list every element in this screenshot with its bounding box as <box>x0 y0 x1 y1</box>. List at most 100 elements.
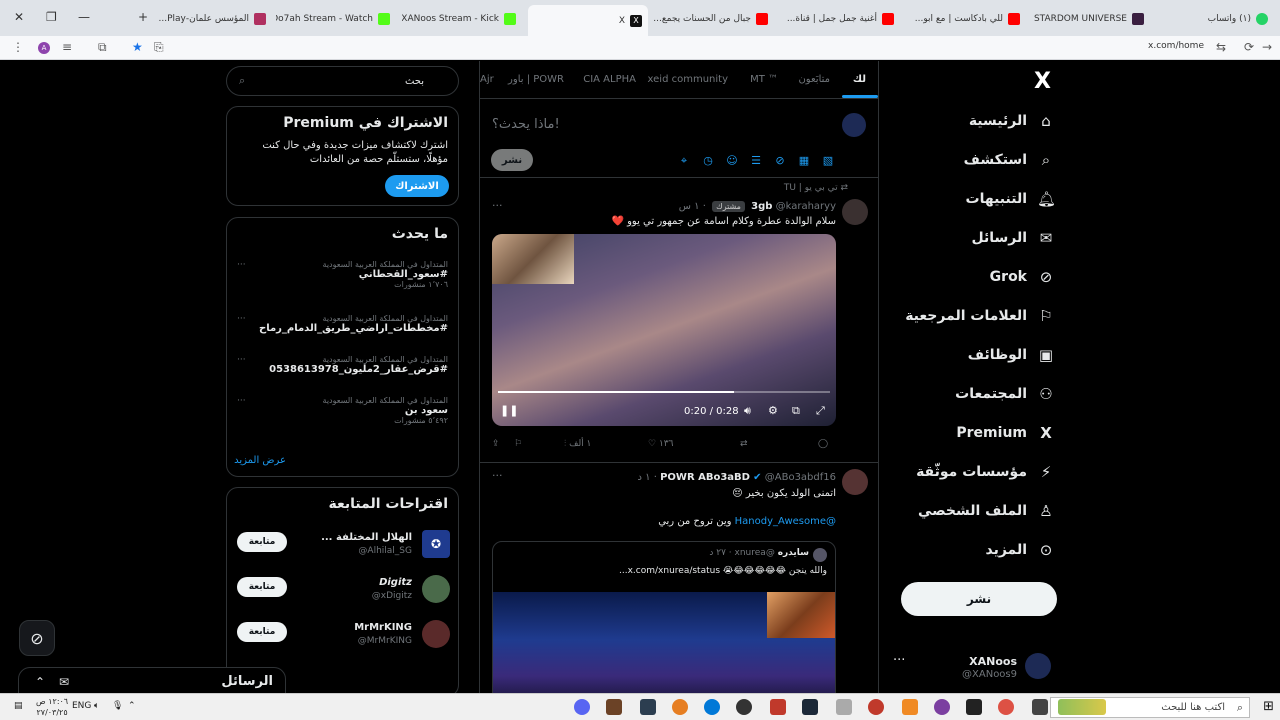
playlist-icon[interactable]: ≡ <box>62 40 72 54</box>
tweet-author-handle[interactable]: @ABo3abdf16 <box>765 472 836 483</box>
compose-post-button[interactable]: نشر <box>491 149 533 171</box>
browser-tab-kick-ido7ah[interactable]: iDo7ah Stream - Watch... <box>276 6 396 32</box>
nav-item-communities[interactable]: ⚇ المجتمعات <box>955 379 1055 409</box>
nav-item-bookmarks[interactable]: ⚐ العلامات المرجعية <box>905 301 1055 331</box>
video-progress-bar[interactable] <box>498 391 830 393</box>
image-icon[interactable]: ▧ <box>820 154 836 168</box>
more-dots-icon[interactable]: ··· <box>893 653 905 668</box>
volume-icon[interactable]: 🔊︎ <box>744 404 751 418</box>
tweet-time[interactable]: · ١ د <box>638 472 657 483</box>
like-button[interactable]: ♡ ١٣٦ <box>648 439 673 449</box>
menu-dots-icon[interactable]: ⋮ <box>12 40 24 54</box>
grok-icon[interactable]: ⊘ <box>772 154 788 168</box>
tab-xeid-community[interactable]: xeid community <box>648 74 728 85</box>
chevron-up-icon[interactable]: ⌃ <box>128 701 136 711</box>
location-icon[interactable]: ⌖ <box>676 154 692 168</box>
epic-games-icon[interactable] <box>966 699 982 715</box>
chrome-icon[interactable] <box>998 699 1014 715</box>
app-icon[interactable] <box>672 699 688 715</box>
close-window-icon[interactable]: ✕ <box>14 10 24 24</box>
browser-tab-x[interactable]: X X <box>528 5 648 36</box>
quoted-tweet[interactable]: سايدره @xnurea · ٢٧ د والله ينجن 😂😂😂😂😂😭 … <box>492 541 836 693</box>
minimize-window-icon[interactable]: — <box>78 10 90 24</box>
search-input[interactable]: بحث ⌕ <box>226 66 459 96</box>
nav-item-premium[interactable]: X Premium <box>956 418 1055 448</box>
schedule-icon[interactable]: ◷ <box>700 154 716 168</box>
tab-mt[interactable]: MT ™ <box>750 74 778 85</box>
browser-tab-youtube-1[interactable]: للي بادكاست | مع ابو... <box>906 6 1026 32</box>
task-view-icon[interactable] <box>1032 699 1048 715</box>
notification-icon[interactable]: ▤ <box>14 701 23 711</box>
share-icon[interactable]: ⇪ <box>492 439 500 449</box>
quoted-tweet-media[interactable] <box>493 592 835 693</box>
windows-start-icon[interactable]: ⊞ <box>1263 699 1274 714</box>
extensions-icon[interactable]: ⧉ <box>98 40 107 55</box>
edge-icon[interactable] <box>704 699 720 715</box>
chevron-up-icon[interactable]: ⌃ <box>35 675 45 689</box>
tab-for-you[interactable]: لك <box>853 74 866 85</box>
share-icon[interactable]: ⎘ <box>154 40 164 55</box>
follow-button[interactable]: متابعة <box>237 622 287 642</box>
more-dots-icon[interactable]: ··· <box>492 199 503 212</box>
tab-cia-alpha[interactable]: CIA ALPHA <box>583 74 636 85</box>
browser-tab-play[interactable]: المؤسس علمان-Play... <box>158 6 272 32</box>
bookmark-star-icon[interactable]: ★ <box>132 40 143 54</box>
video-player[interactable]: ❚❚ 0:20 / 0:28 🔊︎ ⚙ ⧉ ⤢ <box>492 234 836 426</box>
app-icon[interactable] <box>770 699 786 715</box>
nav-item-notifications[interactable]: 🔔︎ التنبيهات <box>966 184 1057 214</box>
language-indicator[interactable]: ENG <box>72 701 91 711</box>
tab-following[interactable]: متابَعون <box>798 74 830 85</box>
taskbar-clock[interactable]: ١٢:٠٦ ص ٢٧/٠٣/٢٥ <box>36 696 68 718</box>
nav-item-grok[interactable]: ⊘ Grok <box>990 262 1055 292</box>
nav-item-profile[interactable]: ♙ الملف الشخصي <box>918 496 1055 526</box>
emoji-icon[interactable]: ☺ <box>724 154 740 168</box>
tweet-author-handle[interactable]: @karaharyy <box>776 201 836 212</box>
follow-suggestion[interactable]: ✪ الهلال المختلفة ... @Alhilal_SG متابعة <box>227 526 460 566</box>
more-dots-icon[interactable]: ··· <box>237 260 246 270</box>
fullscreen-icon[interactable]: ⤢ <box>816 404 825 418</box>
messages-drawer[interactable]: الرسائل ✉ ⌃ <box>18 667 286 693</box>
follow-button[interactable]: متابعة <box>237 577 287 597</box>
account-switcher[interactable]: XANoos @XANoos9 ··· <box>887 649 1057 683</box>
follow-suggestion[interactable]: Digitz @xDigitz متابعة <box>227 571 460 611</box>
pause-icon[interactable]: ❚❚ <box>500 404 518 417</box>
app-icon[interactable] <box>902 699 918 715</box>
browser-tab-kick-xanoos[interactable]: XANoos Stream - Kick <box>402 6 522 32</box>
compose-input[interactable]: ماذا يحدث؟! <box>492 117 560 132</box>
tweet[interactable]: POWR ABo3aBD ✔ @ABo3abdf16 · ١ د ··· اتم… <box>480 463 878 693</box>
new-tab-icon[interactable]: + <box>138 10 148 24</box>
app-icon[interactable] <box>934 699 950 715</box>
nav-item-jobs[interactable]: ▣ الوظائف <box>968 340 1055 370</box>
url-field[interactable]: x.com/home <box>1148 41 1204 51</box>
app-icon[interactable] <box>868 699 884 715</box>
follow-suggestion[interactable]: MrMrKING @MrMrKING متابعة <box>227 616 460 656</box>
tweet-author-name[interactable]: 3gb <box>751 201 772 212</box>
poll-icon[interactable]: ☰ <box>748 154 764 168</box>
restore-window-icon[interactable]: ❐ <box>46 10 57 24</box>
reply-icon[interactable]: ◯ <box>818 439 828 449</box>
microphone-icon[interactable]: 🎙︎ <box>112 701 123 711</box>
discord-icon[interactable] <box>574 699 590 715</box>
repost-icon[interactable]: ⇄ <box>740 439 748 449</box>
back-icon[interactable]: ⟳ <box>1244 40 1254 54</box>
picture-in-picture-icon[interactable]: ⧉ <box>792 404 800 418</box>
browser-tab-youtube-2[interactable]: أغنية جمل جمل | قناة... <box>780 6 900 32</box>
subscribe-button[interactable]: الاشتراك <box>385 175 449 197</box>
more-dots-icon[interactable]: ··· <box>237 396 246 406</box>
nav-item-messages[interactable]: ✉ الرسائل <box>971 223 1055 253</box>
forward-icon[interactable]: → <box>1262 40 1272 54</box>
avatar[interactable] <box>842 469 868 495</box>
show-more-link[interactable]: عرض المزيد <box>234 455 286 466</box>
follow-button[interactable]: متابعة <box>237 532 287 552</box>
mention-link[interactable]: @Hanody_Awesome <box>735 516 836 527</box>
trend-item[interactable]: المتداول في المملكة العربية السعودية #سع… <box>236 260 448 289</box>
app-icon[interactable] <box>836 699 852 715</box>
nav-item-home[interactable]: ⌂ الرئيسية <box>969 106 1055 136</box>
browser-tab-youtube-3[interactable]: جبال من الحسنات يجمع... <box>654 6 774 32</box>
trend-item[interactable]: المتداول في المملكة العربية السعودية #مخ… <box>236 314 448 334</box>
more-dots-icon[interactable]: ··· <box>237 355 246 365</box>
browser-tab-stardom[interactable]: STARDOM UNIVERSE <box>1034 6 1150 32</box>
tab-powr[interactable]: باور | POWR <box>508 74 564 85</box>
tweet-author-name[interactable]: POWR ABo3aBD <box>660 472 750 483</box>
profile-avatar-icon[interactable]: A <box>38 42 50 54</box>
